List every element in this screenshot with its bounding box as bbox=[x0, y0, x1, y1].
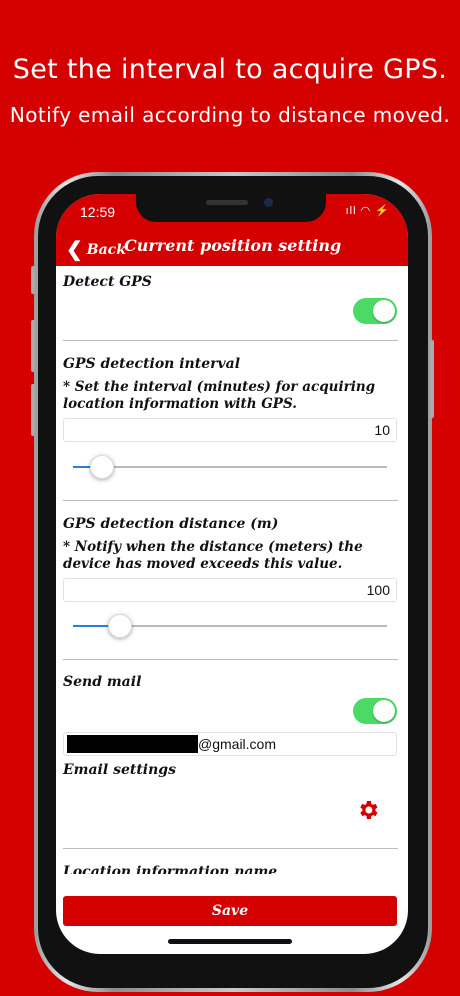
home-indicator bbox=[168, 939, 292, 944]
wifi-icon: ◠ bbox=[360, 205, 376, 217]
interval-note: * Set the interval (minutes) for acquiri… bbox=[63, 379, 376, 412]
divider bbox=[63, 848, 398, 849]
interval-slider-thumb[interactable] bbox=[90, 455, 115, 479]
detect-gps-toggle[interactable] bbox=[353, 298, 397, 324]
battery-icon: ⚡ bbox=[375, 205, 390, 217]
distance-label: GPS detection distance (m) bbox=[63, 516, 279, 532]
interval-label: GPS detection interval bbox=[63, 356, 241, 372]
back-label: Back bbox=[86, 242, 126, 258]
status-icons: ıll ◠ ⚡ bbox=[346, 204, 390, 217]
distance-input[interactable]: 100 bbox=[63, 578, 397, 602]
divider bbox=[63, 659, 398, 660]
interval-slider[interactable] bbox=[73, 455, 387, 479]
back-button[interactable]: ❮ Back bbox=[66, 237, 126, 261]
location-name-label: Location information name bbox=[63, 864, 278, 874]
toggle-knob bbox=[373, 700, 395, 722]
nav-bar: ❮ Back Current position setting bbox=[56, 228, 408, 266]
distance-slider[interactable] bbox=[73, 614, 387, 638]
email-domain: @gmail.com bbox=[198, 736, 277, 752]
notch bbox=[136, 194, 326, 222]
volume-down-button bbox=[31, 384, 35, 436]
chevron-left-icon: ❮ bbox=[66, 237, 83, 261]
speaker-grille bbox=[206, 200, 248, 205]
volume-up-button bbox=[31, 320, 35, 372]
redacted-email-user bbox=[67, 735, 198, 753]
distance-slider-thumb[interactable] bbox=[107, 614, 132, 638]
power-button bbox=[430, 340, 434, 418]
page-title: Current position setting bbox=[124, 236, 342, 255]
status-time: 12:59 bbox=[80, 204, 116, 220]
status-bar: 12:59 ıll ◠ ⚡ bbox=[56, 194, 408, 228]
distance-note: * Notify when the distance (meters) the … bbox=[63, 539, 363, 572]
mute-switch bbox=[31, 266, 35, 294]
divider bbox=[63, 340, 398, 341]
camera-icon bbox=[264, 198, 273, 207]
email-input[interactable]: @gmail.com bbox=[63, 732, 397, 756]
send-mail-label: Send mail bbox=[63, 674, 142, 690]
gear-icon[interactable] bbox=[356, 798, 380, 822]
phone-screen: 12:59 ıll ◠ ⚡ ❮ Back Current position set… bbox=[56, 194, 408, 954]
signal-icon: ıll bbox=[345, 205, 357, 217]
detect-gps-label: Detect GPS bbox=[63, 274, 152, 290]
toggle-knob bbox=[373, 300, 395, 322]
promo-headline: Set the interval to acquire GPS. bbox=[12, 54, 448, 85]
promo-subheadline: Notify email according to distance moved… bbox=[9, 103, 451, 127]
save-button[interactable]: Save bbox=[63, 896, 397, 926]
settings-list[interactable]: Detect GPS GPS detection interval * Set … bbox=[56, 266, 408, 874]
email-settings-label: Email settings bbox=[63, 762, 176, 778]
send-mail-toggle[interactable] bbox=[353, 698, 397, 724]
interval-input[interactable]: 10 bbox=[63, 418, 397, 442]
divider bbox=[63, 500, 398, 501]
